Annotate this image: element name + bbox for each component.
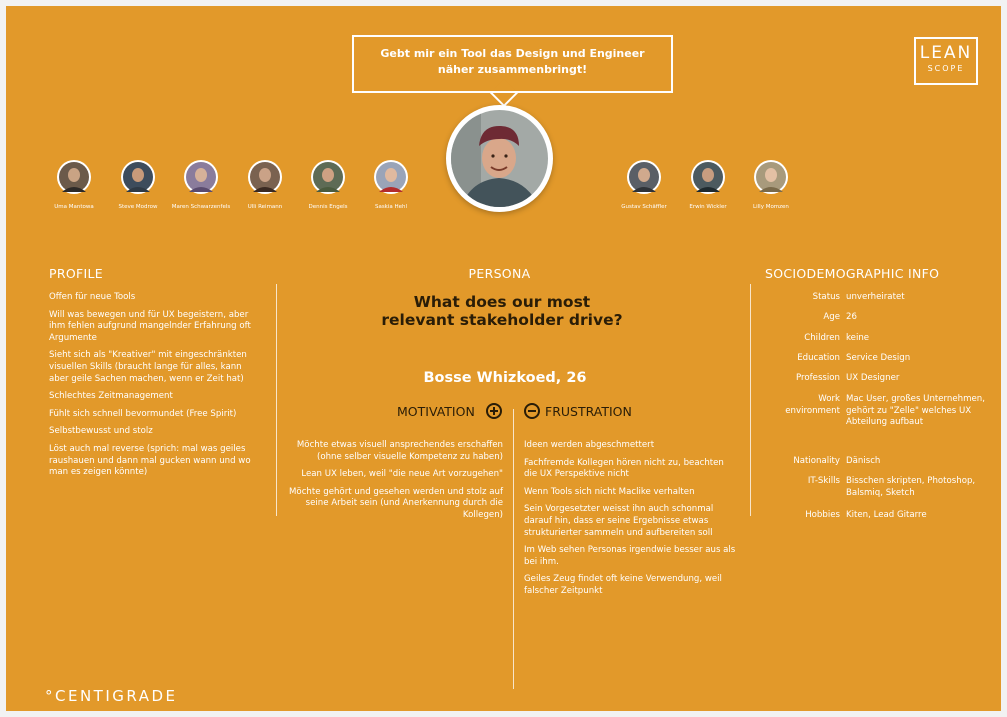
- persona-heading: PERSONA: [468, 266, 531, 281]
- frustration-item: Sein Vorgesetzter weisst ihn auch schonm…: [524, 504, 714, 538]
- profile-list: Offen für neue Tools Will was bewegen un…: [49, 292, 262, 485]
- motivation-item: Möchte gehört und gesehen werden und sto…: [289, 486, 503, 520]
- lean-logo-line2: SCOPE: [927, 64, 965, 73]
- person-photo-icon: [123, 162, 153, 192]
- profile-item: Fühlt sich schnell bevormundet (Free Spi…: [49, 408, 237, 419]
- stakeholder-name: Erwin Wickler: [689, 204, 727, 210]
- center-divider: [513, 409, 514, 689]
- stakeholder-avatar-steve: [121, 160, 155, 194]
- stakeholder-name: Lilly Momzen: [753, 204, 789, 210]
- stakeholder-name: Saskia Hehl: [374, 204, 408, 210]
- motivation-item: Lean UX leben, weil "die neue Art vorzug…: [301, 469, 503, 480]
- lean-scope-logo: LEAN SCOPE: [914, 37, 978, 85]
- socio-value: keine: [846, 333, 870, 343]
- stakeholder-avatar-maren: [184, 160, 218, 194]
- stakeholder-avatar-gustav: [627, 160, 661, 194]
- stakeholder-avatar-lilly: [754, 160, 788, 194]
- socio-value: unverheiratet: [846, 292, 905, 302]
- stakeholder-avatar-ulli: [248, 160, 282, 194]
- frustration-list: Ideen werden abgeschmettert Fachfremde K…: [524, 440, 736, 604]
- motivation-list: Möchte etwas visuell ansprechendes ersch…: [289, 440, 503, 528]
- person-photo-icon: [376, 162, 406, 192]
- stakeholder-name: Maren Schwarzenfels: [171, 204, 231, 210]
- socio-key: Profession: [796, 373, 840, 383]
- socio-key: IT-Skills: [807, 476, 840, 486]
- socio-key: Nationality: [793, 456, 840, 466]
- stakeholder-avatar-erwin: [691, 160, 725, 194]
- stakeholder-avatar-dennis: [311, 160, 345, 194]
- socio-value: Dänisch: [846, 456, 881, 466]
- person-photo-icon: [693, 162, 723, 192]
- person-photo-icon: [59, 162, 89, 192]
- person-photo-icon: [629, 162, 659, 192]
- socio-value: Mac User, großes Unternehmen, gehört zu …: [846, 394, 985, 428]
- profile-item: Will was bewegen und für UX begeistern, …: [49, 309, 251, 343]
- frustration-item: Ideen werden abgeschmettert: [524, 440, 655, 450]
- frustration-item: Geiles Zeug findet oft keine Verwendung,…: [524, 574, 722, 596]
- plus-circle-icon: [486, 403, 502, 419]
- socio-key: Work environment: [785, 394, 840, 416]
- right-divider: [750, 284, 751, 516]
- stakeholder-avatar-uma: [57, 160, 91, 194]
- socio-key: Children: [804, 333, 840, 343]
- profile-heading: PROFILE: [49, 266, 103, 281]
- socio-heading: SOCIODEMOGRAPHIC INFO: [765, 266, 940, 281]
- lean-logo-line1: LEAN: [919, 43, 973, 63]
- stakeholder-avatar-saskia: [374, 160, 408, 194]
- frustration-label: FRUSTRATION: [545, 404, 632, 419]
- persona-avatar: [446, 105, 553, 212]
- centigrade-logo: °CENTIGRADE: [45, 687, 178, 705]
- socio-value: Bisschen skripten, Photoshop, Balsmiq, S…: [846, 476, 976, 498]
- profile-item: Schlechtes Zeitmanagement: [49, 391, 173, 402]
- socio-key: Education: [797, 353, 840, 363]
- socio-value: Kiten, Lead Gitarre: [846, 510, 927, 520]
- stakeholder-name: Gustav Schäffler: [621, 204, 667, 210]
- person-photo-icon: [313, 162, 343, 192]
- socio-value: Service Design: [846, 353, 911, 363]
- stakeholder-name: Steve Modrow: [118, 204, 158, 210]
- socio-value: UX Designer: [846, 373, 900, 383]
- motivation-label: MOTIVATION: [397, 404, 475, 419]
- person-photo-icon: [186, 162, 216, 192]
- person-photo-icon: [756, 162, 786, 192]
- left-divider: [276, 284, 277, 516]
- stakeholder-name: Ulli Reimann: [247, 204, 283, 210]
- stakeholder-name: Uma Mantowa: [54, 204, 94, 210]
- frustration-item: Fachfremde Kollegen hören nicht zu, beac…: [524, 457, 724, 480]
- persona-question: What does our most relevant stakeholder …: [381, 293, 623, 329]
- minus-circle-icon: [524, 403, 540, 419]
- persona-poster: Gebt mir ein Tool das Design und Enginee…: [6, 6, 1001, 711]
- profile-item: Selbstbewusst und stolz: [49, 426, 153, 437]
- socio-value: 26: [846, 312, 857, 322]
- profile-item: Offen für neue Tools: [49, 292, 136, 302]
- frustration-item: Wenn Tools sich nicht Maclike verhalten: [524, 486, 695, 497]
- socio-key: Status: [812, 292, 840, 302]
- person-photo-icon: [250, 162, 280, 192]
- profile-item: Löst auch mal reverse (sprich: mal was g…: [49, 443, 251, 478]
- motivation-item: Möchte etwas visuell ansprechendes ersch…: [296, 440, 503, 462]
- socio-key: Age: [823, 312, 840, 322]
- socio-key: Hobbies: [805, 510, 840, 520]
- speech-bubble: Gebt mir ein Tool das Design und Enginee…: [352, 35, 673, 93]
- profile-item: Sieht sich als "Kreativer" mit eingeschr…: [49, 350, 247, 384]
- persona-photo-icon: [451, 110, 548, 207]
- stakeholder-name: Dennis Engels: [308, 204, 348, 210]
- frustration-item: Im Web sehen Personas irgendwie besser a…: [524, 545, 736, 567]
- persona-name: Bosse Whizkoed, 26: [423, 370, 587, 386]
